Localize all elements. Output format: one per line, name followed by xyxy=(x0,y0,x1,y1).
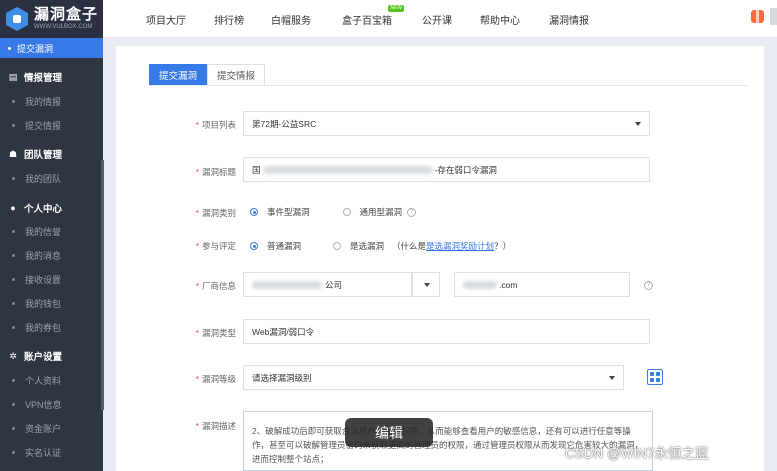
chevron-down-icon xyxy=(424,283,430,287)
help-icon[interactable]: ? xyxy=(644,281,653,290)
sidebar-item-label: 提交漏洞 xyxy=(17,43,54,54)
sidebar-item-receive-settings[interactable]: 接收设置 xyxy=(0,269,103,289)
type-label: * 漏洞类型 xyxy=(195,328,236,338)
gear-icon: ✲ xyxy=(9,351,17,361)
level-label: * 漏洞等级 xyxy=(195,374,236,384)
redacted-text xyxy=(463,280,497,289)
category-options: 事件型漏洞 通用型漏洞 ? xyxy=(250,206,417,218)
edit-overlay-button[interactable]: 编辑 xyxy=(345,418,433,447)
project-select[interactable]: 第72期-公益SRC xyxy=(243,111,650,136)
reward-plan-link[interactable]: 是选漏洞奖励计划 xyxy=(426,240,494,252)
review-label: * 参与评定 xyxy=(195,241,236,251)
gift-icon[interactable] xyxy=(751,10,764,23)
help-icon[interactable]: ? xyxy=(407,207,417,217)
review-options: 普通漏洞 是选漏洞 （什么是 是选漏洞奖励计划 ？） xyxy=(250,240,511,252)
sidebar-group-intel[interactable]: ▤ 情报管理 xyxy=(0,67,103,87)
nav-ranking[interactable]: 排行榜 xyxy=(214,12,244,27)
tab-submit-vuln[interactable]: 提交漏洞 xyxy=(149,64,208,86)
radio-selected-vuln[interactable] xyxy=(333,242,342,250)
sidebar-item-funds[interactable]: 资金账户 xyxy=(0,418,103,438)
sidebar-group-team[interactable]: ☗ 团队管理 xyxy=(0,144,103,164)
nav-open-class[interactable]: 公开课 xyxy=(422,12,452,27)
sidebar-item-coupons[interactable]: 我的券包 xyxy=(0,317,103,337)
desc-textarea[interactable]: 2、破解成功后即可获取合法用户的访问权限，从而能够查看用户的敏感信息，还有可以进… xyxy=(243,411,653,471)
team-icon: ☗ xyxy=(8,149,18,159)
redacted-text xyxy=(252,280,322,289)
bullet-icon xyxy=(8,46,11,50)
desc-label: * 漏洞描述 xyxy=(195,421,236,431)
new-badge: NEW xyxy=(388,5,404,12)
title-label: * 漏洞标题 xyxy=(195,167,236,177)
nav-help[interactable]: 帮助中心 xyxy=(480,12,520,27)
project-label: * 项目列表 xyxy=(195,120,236,130)
nav-toolbox[interactable]: 盒子百宝箱 NEW xyxy=(342,5,404,27)
sidebar-item-my-team[interactable]: 我的团队 xyxy=(0,168,103,188)
tab-divider xyxy=(149,85,749,86)
sidebar-item-vpn[interactable]: VPN信息 xyxy=(0,394,103,414)
nav-vuln-intel[interactable]: 漏洞情报 xyxy=(549,12,589,27)
sidebar-item-my-intel[interactable]: 我的情报 xyxy=(0,91,103,111)
sidebar-item-wallet[interactable]: 我的钱包 xyxy=(0,293,103,313)
logo-mark-icon xyxy=(6,7,28,31)
level-select[interactable]: 请选择漏洞级别 xyxy=(243,365,624,390)
user-icon: ● xyxy=(10,203,16,213)
vendor-domain-input[interactable]: .com xyxy=(454,272,630,297)
logo-subtitle: WWW.VULBOX.COM xyxy=(34,24,93,30)
nav-whitehat[interactable]: 白帽服务 xyxy=(271,12,311,27)
logo-title: 漏洞盒子 xyxy=(34,6,99,23)
watermark: CSDN @WIN7永恒之蓝 xyxy=(565,446,709,461)
chevron-down-icon xyxy=(635,122,641,126)
sidebar-scrollbar[interactable] xyxy=(101,160,104,410)
nav-projects[interactable]: 项目大厅 xyxy=(146,12,186,27)
chevron-down-icon xyxy=(609,376,615,380)
radio-generic-type[interactable] xyxy=(342,208,351,216)
sidebar-item-submit-intel[interactable]: 提交情报 xyxy=(0,115,103,135)
redacted-text xyxy=(262,165,433,174)
vendor-label: * 厂商信息 xyxy=(195,281,236,291)
radio-normal-vuln[interactable] xyxy=(250,242,258,250)
vendor-dropdown[interactable] xyxy=(412,272,440,297)
sidebar-item-submit-vuln[interactable]: 提交漏洞 xyxy=(0,38,103,58)
type-input[interactable]: Web漏洞/弱口令 xyxy=(243,319,650,344)
list-icon: ▤ xyxy=(8,72,18,82)
content-panel: 提交漏洞 提交情报 * 项目列表 第72期-公益SRC * 漏洞标题 国 -存在弱口… xyxy=(116,46,764,471)
vendor-company-input[interactable]: 公司 xyxy=(243,272,412,297)
sidebar-item-messages[interactable]: 我的消息 xyxy=(0,245,103,265)
category-label: * 漏洞类别 xyxy=(195,208,236,218)
sidebar-item-realname[interactable]: 实名认证 xyxy=(0,442,103,462)
sidebar: 漏洞盒子 WWW.VULBOX.COM 提交漏洞 ▤ 情报管理 我的情报 提交情… xyxy=(0,0,104,471)
tab-submit-intel[interactable]: 提交情报 xyxy=(207,64,266,86)
top-nav: 项目大厅 排行榜 白帽服务 盒子百宝箱 NEW 公开课 帮助中心 漏洞情报 xyxy=(103,0,777,38)
sidebar-group-account[interactable]: ✲ 账户设置 xyxy=(0,346,103,366)
grid-icon[interactable] xyxy=(647,369,663,385)
sidebar-item-reputation[interactable]: 我的信誉 xyxy=(0,221,103,241)
form-tabs: 提交漏洞 提交情报 xyxy=(149,64,266,86)
radio-event-type[interactable] xyxy=(250,208,258,216)
logo[interactable]: 漏洞盒子 WWW.VULBOX.COM xyxy=(0,0,103,38)
sidebar-group-personal[interactable]: ● 个人中心 xyxy=(0,198,103,218)
top-edge-block xyxy=(770,8,777,25)
sidebar-item-profile[interactable]: 个人资料 xyxy=(0,370,103,390)
title-input[interactable]: 国 -存在弱口令漏洞 xyxy=(243,157,650,182)
